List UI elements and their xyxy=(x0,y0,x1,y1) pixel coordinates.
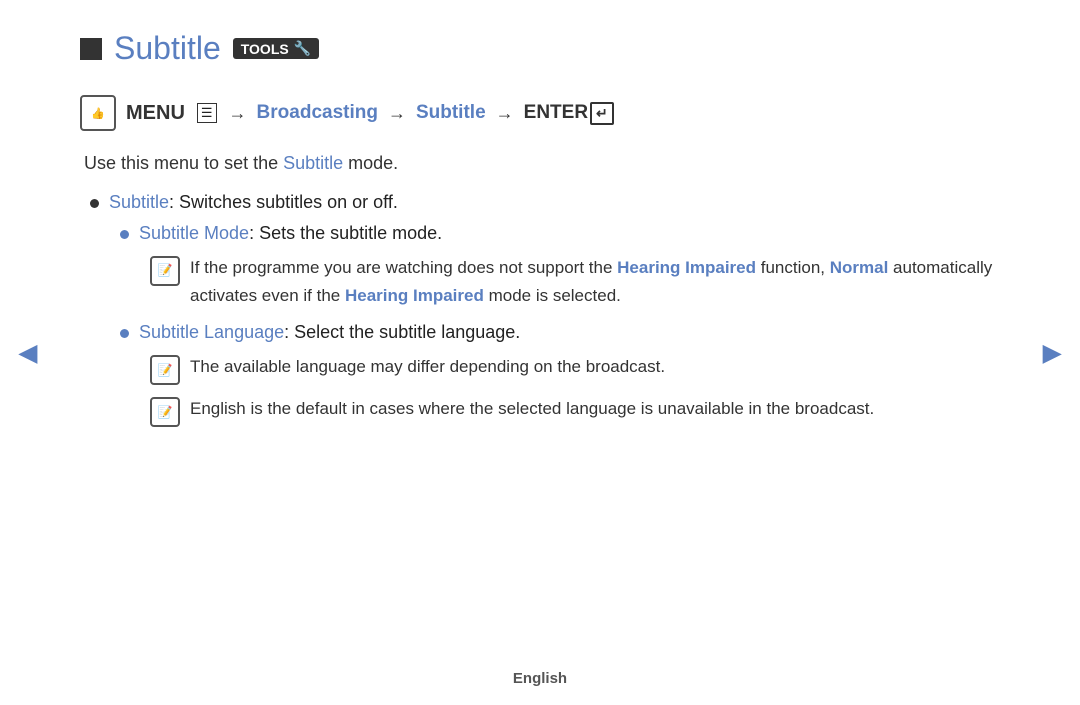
bullet-subtitle-text: Subtitle: Switches subtitles on or off. xyxy=(109,192,398,213)
page-container: Subtitle TOOLS 🔧 👍 MENU ☰ → Broadcasting… xyxy=(0,0,1080,705)
nav-subtitle: Subtitle xyxy=(416,102,486,124)
note1-hearing-impaired2: Hearing Impaired xyxy=(345,286,484,305)
bullet-dot-lang xyxy=(120,329,129,338)
description-before: Use this menu to set the xyxy=(84,153,283,173)
subtitle-language-text: Subtitle Language: Select the subtitle l… xyxy=(139,322,520,343)
nav-broadcasting: Broadcasting xyxy=(257,102,378,124)
bullet-dot-mode xyxy=(120,230,129,239)
title-square-icon xyxy=(80,38,102,60)
note1-hearing-impaired: Hearing Impaired xyxy=(617,258,756,277)
enter-icon: ↵ xyxy=(590,102,614,125)
nav-arrow-1: → xyxy=(229,103,247,124)
note1-before: If the programme you are watching does n… xyxy=(190,258,617,277)
subtitle-mode-desc: : Sets the subtitle mode. xyxy=(249,223,442,243)
note-icon-3: 📝 xyxy=(150,397,180,427)
note-text-3: English is the default in cases where th… xyxy=(190,395,1000,423)
note-block-2: 📝 The available language may differ depe… xyxy=(150,353,1000,385)
menu-label: MENU xyxy=(126,102,185,125)
tools-icon: 🔧 xyxy=(294,40,311,57)
nav-enter: ENTER↵ xyxy=(524,102,614,125)
note1-middle: function, xyxy=(756,258,830,277)
note-block-1: 📝 If the programme you are watching does… xyxy=(150,254,1000,310)
note-icon-1: 📝 xyxy=(150,256,180,286)
note1-normal: Normal xyxy=(830,258,889,277)
subtitle-mode-label: Subtitle Mode xyxy=(139,223,249,243)
subtitle-language-desc: : Select the subtitle language. xyxy=(284,322,520,342)
tools-label: TOOLS xyxy=(241,41,289,57)
title-row: Subtitle TOOLS 🔧 xyxy=(80,30,1000,67)
note-text-2: The available language may differ depend… xyxy=(190,353,1000,381)
note-text-1: If the programme you are watching does n… xyxy=(190,254,1000,310)
subtitle-mode-text: Subtitle Mode: Sets the subtitle mode. xyxy=(139,223,442,244)
note-icon-2: 📝 xyxy=(150,355,180,385)
bullet-dot-1 xyxy=(90,199,99,208)
description-after: mode. xyxy=(343,153,398,173)
bullet-subtitle: Subtitle: Switches subtitles on or off. xyxy=(90,192,1000,213)
tools-badge: TOOLS 🔧 xyxy=(233,38,319,59)
nav-arrow-2: → xyxy=(388,103,406,124)
bullet-subtitle-language: Subtitle Language: Select the subtitle l… xyxy=(120,322,1000,343)
nested-section: Subtitle Mode: Sets the subtitle mode. 📝… xyxy=(120,223,1000,427)
subtitle-label: Subtitle xyxy=(109,192,169,212)
bullet-subtitle-mode: Subtitle Mode: Sets the subtitle mode. xyxy=(120,223,1000,244)
menu-grid-icon: ☰ xyxy=(197,103,217,123)
menu-icon: 👍 xyxy=(80,95,116,131)
nav-arrow-3: → xyxy=(496,103,514,124)
enter-label: ENTER xyxy=(524,102,588,124)
note-block-3: 📝 English is the default in cases where … xyxy=(150,395,1000,427)
bullet-section: Subtitle: Switches subtitles on or off. … xyxy=(90,192,1000,427)
subtitle-desc: : Switches subtitles on or off. xyxy=(169,192,398,212)
footer-language: English xyxy=(513,670,567,687)
note1-end: mode is selected. xyxy=(484,286,621,305)
page-title: Subtitle xyxy=(114,30,221,67)
description-subtitle-link: Subtitle xyxy=(283,153,343,173)
nav-breadcrumb: 👍 MENU ☰ → Broadcasting → Subtitle → ENT… xyxy=(80,95,1000,131)
subtitle-language-label: Subtitle Language xyxy=(139,322,284,342)
description-text: Use this menu to set the Subtitle mode. xyxy=(84,153,1000,174)
